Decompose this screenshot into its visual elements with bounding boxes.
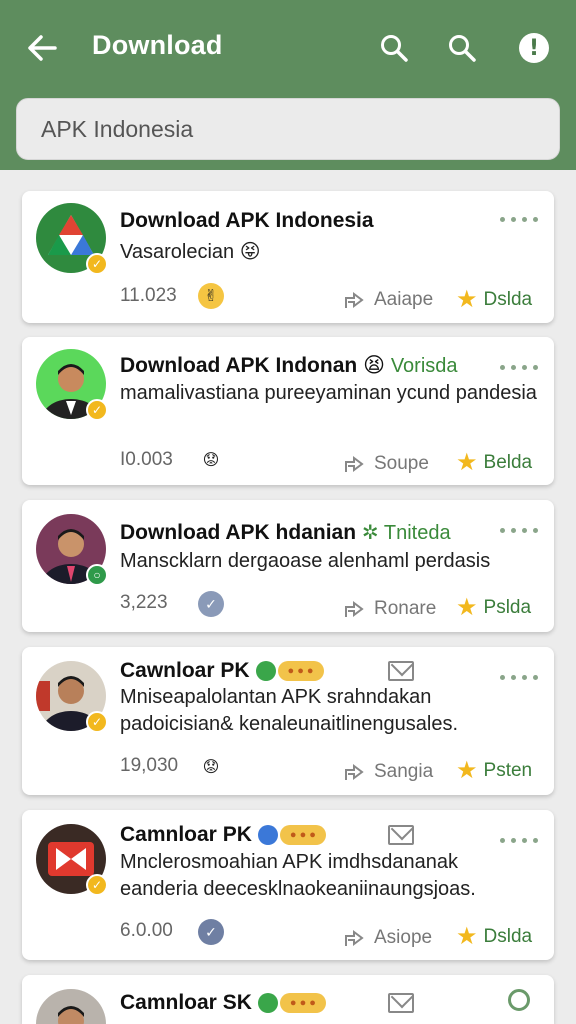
download-count: 3,223	[120, 592, 168, 613]
search-button-secondary[interactable]	[442, 28, 482, 68]
mail-icon[interactable]	[388, 825, 414, 845]
share-icon	[345, 601, 364, 617]
label-pill: ● ● ●	[277, 661, 324, 682]
search-icon	[381, 35, 408, 62]
app-bar: Download !	[0, 0, 576, 170]
emoji-icon: ✌	[198, 283, 224, 309]
card-description: Mniseapalolantan APK srahndakan padoicis…	[120, 686, 459, 735]
verified-badge-icon: ✓	[86, 711, 108, 733]
download-count: 11.023	[120, 285, 177, 306]
search-bar[interactable]	[16, 98, 560, 160]
emoji-icon: 😫	[363, 354, 385, 377]
avatar: ✓	[36, 349, 108, 421]
more-icon[interactable]	[500, 209, 538, 229]
app-logo: ✓	[36, 203, 108, 275]
share-button[interactable]: Aaiape	[344, 289, 433, 311]
more-icon[interactable]	[500, 357, 538, 377]
check-circle-icon: ✓	[198, 919, 224, 945]
card-description: Vasarolecian 😝	[120, 241, 261, 263]
emoji-icon: 😟	[202, 759, 220, 776]
avatar	[36, 989, 106, 1024]
share-icon	[345, 764, 364, 780]
search-input[interactable]	[17, 99, 559, 159]
rating: ★ Pslda	[456, 594, 532, 621]
rating: ★ Dslda	[456, 286, 533, 313]
share-button[interactable]: Asiope	[344, 927, 432, 949]
card-title: Download APK Indonesia	[120, 209, 374, 232]
verified-badge-icon: ✓	[86, 399, 108, 421]
card-title: Download APK Indonan 😫 Vorisda	[120, 354, 458, 377]
card-title: Download APK hdanian ✲ Tniteda	[120, 521, 451, 544]
list-item[interactable]: ✓ Download APK Indonesia Vasarolecian 😝 …	[22, 191, 554, 323]
list-item[interactable]: ✓ Camnloar PK ● ● ● Mnclerosmoahian APK i…	[22, 810, 554, 960]
page-title: Download	[92, 30, 223, 60]
list-item[interactable]: ✓ Cawnloar PK ● ● ● Mniseapalolantan APK …	[22, 647, 554, 795]
back-arrow-icon	[28, 35, 57, 61]
share-button[interactable]: Ronare	[344, 598, 436, 620]
back-button[interactable]	[22, 28, 62, 68]
card-title: Cawnloar PK ● ● ●	[120, 659, 324, 683]
download-count: 6.0.00	[120, 920, 173, 941]
app-tag: ✲ Tniteda	[361, 522, 451, 544]
download-count: I0.003	[120, 449, 173, 470]
download-count: 19,030	[120, 755, 179, 776]
star-icon: ★	[456, 923, 478, 950]
info-button[interactable]: !	[514, 28, 554, 68]
check-circle-icon: ✓	[198, 591, 224, 617]
status-badge-icon: ○	[86, 564, 108, 586]
more-icon[interactable]	[500, 520, 538, 540]
card-description: Mnclerosmoahian APK imdhsdananak eanderi…	[120, 851, 476, 900]
card-title: Camnloar SK ● ● ●	[120, 991, 326, 1015]
info-icon: !	[519, 33, 549, 63]
star-icon: ★	[456, 594, 478, 621]
list-item[interactable]: ○ Download APK hdanian ✲ Tniteda Mansckl…	[22, 500, 554, 632]
label-pill: ● ● ●	[279, 993, 326, 1014]
status-badge-icon	[508, 989, 530, 1011]
mail-icon[interactable]	[388, 993, 414, 1013]
rating: ★ Dslda	[456, 923, 533, 950]
emoji-icon: 😝	[239, 241, 261, 263]
verified-badge-icon: ✓	[86, 874, 108, 896]
app-badge-icon	[255, 661, 276, 682]
app-logo: ✓	[36, 824, 108, 896]
search-icon	[449, 35, 476, 62]
list-item[interactable]: ✓ Download APK Indonan 😫 Vorisda mamaliv…	[22, 337, 554, 485]
avatar: ✓	[36, 661, 108, 733]
emoji-icon: 😟	[202, 452, 220, 469]
share-icon	[345, 292, 364, 308]
mail-icon[interactable]	[388, 661, 414, 681]
share-icon	[345, 456, 364, 472]
app-badge-icon	[257, 825, 278, 846]
label-pill: ● ● ●	[279, 825, 326, 846]
star-icon: ★	[456, 286, 478, 313]
share-icon	[345, 930, 364, 946]
rating: ★ Belda	[456, 449, 533, 476]
person-photo-icon	[36, 989, 106, 1024]
more-icon[interactable]	[500, 667, 538, 687]
card-title: Camnloar PK ● ● ●	[120, 823, 326, 847]
list-item[interactable]: Camnloar SK ● ● ●	[22, 975, 554, 1024]
card-description: Manscklarn dergaoase alenhaml perdasis	[120, 550, 491, 572]
share-button[interactable]: Sangia	[344, 761, 433, 783]
avatar: ○	[36, 514, 108, 586]
card-description: mamalivastiana pureeyaminan ycund pandes…	[120, 382, 537, 404]
app-badge-icon	[257, 993, 278, 1014]
search-button[interactable]	[374, 28, 414, 68]
star-icon: ★	[456, 757, 478, 784]
more-icon[interactable]	[500, 830, 538, 850]
sparkle-icon: ✲	[361, 522, 379, 544]
rating: ★ Psten	[456, 757, 533, 784]
share-button[interactable]: Soupe	[344, 453, 429, 475]
star-icon: ★	[456, 449, 478, 476]
verified-badge-icon: ✓	[86, 253, 108, 275]
